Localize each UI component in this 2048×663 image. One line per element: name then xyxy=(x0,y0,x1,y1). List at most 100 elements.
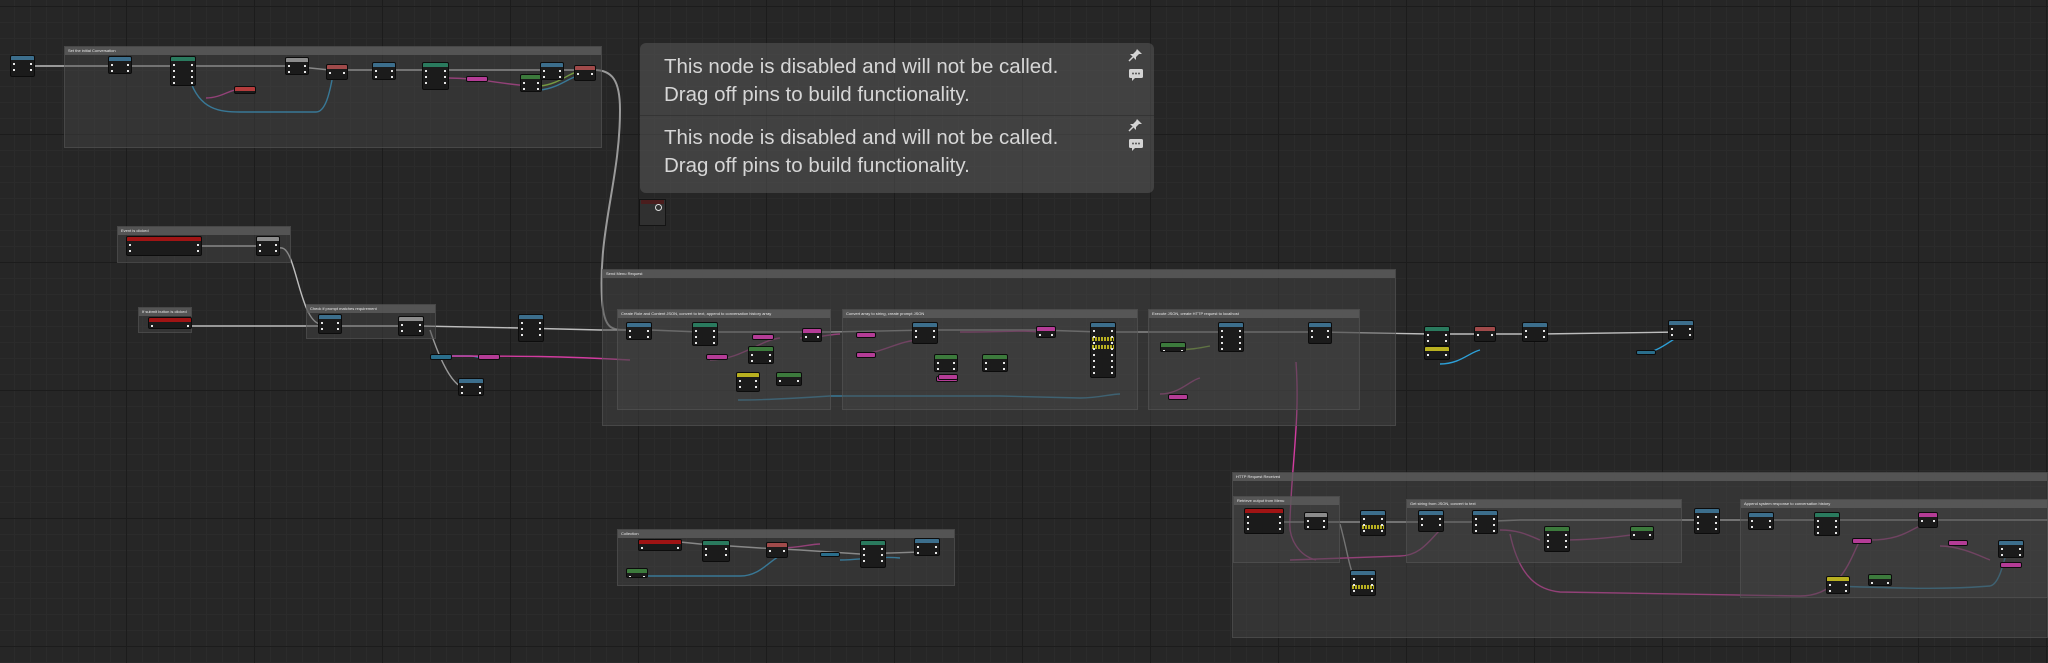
append-string-node[interactable] xyxy=(466,76,488,82)
output-pin[interactable] xyxy=(1445,334,1447,336)
math-node[interactable] xyxy=(934,354,958,372)
output-pin[interactable] xyxy=(1493,518,1495,520)
get-variable-node[interactable] xyxy=(1636,350,1656,355)
output-pin[interactable] xyxy=(1845,590,1847,592)
output-pin[interactable] xyxy=(1715,516,1717,518)
output-pin[interactable] xyxy=(559,70,561,72)
output-pin[interactable] xyxy=(2019,548,2021,550)
input-pin[interactable] xyxy=(1247,522,1249,524)
input-pin[interactable] xyxy=(1093,330,1095,332)
input-pin[interactable] xyxy=(1475,530,1477,532)
output-pin[interactable] xyxy=(1003,362,1005,364)
input-pin[interactable] xyxy=(695,342,697,344)
output-pin[interactable] xyxy=(559,76,561,78)
output-pin[interactable] xyxy=(191,82,193,84)
input-pin[interactable] xyxy=(173,76,175,78)
input-pin[interactable] xyxy=(1421,524,1423,526)
event-node[interactable] xyxy=(1244,508,1284,534)
input-pin[interactable] xyxy=(1671,328,1673,330)
string-literal-node[interactable] xyxy=(234,86,256,94)
math-node[interactable] xyxy=(520,74,542,92)
function-node[interactable] xyxy=(108,56,132,74)
input-pin[interactable] xyxy=(375,76,377,78)
output-pin[interactable] xyxy=(444,76,446,78)
function-node[interactable] xyxy=(1218,322,1244,352)
input-pin[interactable] xyxy=(1311,330,1313,332)
output-pin[interactable] xyxy=(1493,530,1495,532)
input-pin[interactable] xyxy=(173,70,175,72)
output-pin[interactable] xyxy=(1439,524,1441,526)
output-pin[interactable] xyxy=(1835,526,1837,528)
output-pin[interactable] xyxy=(725,548,727,550)
string-node[interactable] xyxy=(1948,540,1968,546)
output-pin[interactable] xyxy=(725,554,727,556)
output-pin[interactable] xyxy=(713,330,715,332)
output-pin[interactable] xyxy=(537,88,539,90)
json-node[interactable] xyxy=(1090,322,1116,378)
float-node[interactable] xyxy=(1826,576,1850,594)
input-pin[interactable] xyxy=(425,76,427,78)
input-pin[interactable] xyxy=(751,354,753,356)
output-pin[interactable] xyxy=(1445,354,1447,356)
input-pin[interactable] xyxy=(1247,516,1249,518)
input-pin[interactable] xyxy=(2001,548,2003,550)
pin-icon[interactable] xyxy=(1126,118,1146,132)
make-struct-node[interactable] xyxy=(1814,512,1840,536)
output-pin[interactable] xyxy=(1565,534,1567,536)
input-pin[interactable] xyxy=(705,554,707,556)
input-pin[interactable] xyxy=(543,70,545,72)
math-node[interactable] xyxy=(776,372,802,386)
json-node[interactable] xyxy=(1360,510,1386,536)
string-node[interactable] xyxy=(2000,562,2022,568)
function-node[interactable] xyxy=(1308,322,1332,344)
macro-node[interactable] xyxy=(1304,512,1328,530)
input-pin[interactable] xyxy=(863,548,865,550)
input-pin[interactable] xyxy=(1475,524,1477,526)
output-pin[interactable] xyxy=(337,322,339,324)
output-pin[interactable] xyxy=(933,330,935,332)
input-pin[interactable] xyxy=(695,330,697,332)
output-pin[interactable] xyxy=(1323,520,1325,522)
output-pin[interactable] xyxy=(1565,540,1567,542)
input-pin[interactable] xyxy=(521,322,523,324)
output-pin[interactable] xyxy=(30,63,32,65)
input-pin[interactable] xyxy=(1221,336,1223,338)
output-pin[interactable] xyxy=(1327,330,1329,332)
input-pin[interactable] xyxy=(1475,518,1477,520)
input-pin[interactable] xyxy=(288,71,290,73)
input-pin[interactable] xyxy=(1477,334,1479,336)
math-node[interactable] xyxy=(1160,342,1186,352)
input-pin[interactable] xyxy=(805,336,807,338)
comment-bubble-icon[interactable] xyxy=(1126,68,1146,82)
output-pin[interactable] xyxy=(1111,342,1113,344)
input-pin[interactable] xyxy=(917,546,919,548)
output-pin[interactable] xyxy=(1003,368,1005,370)
input-pin[interactable] xyxy=(13,63,15,65)
output-pin[interactable] xyxy=(30,69,32,71)
input-pin[interactable] xyxy=(173,64,175,66)
input-pin[interactable] xyxy=(1093,366,1095,368)
select-node[interactable] xyxy=(802,328,822,342)
input-pin[interactable] xyxy=(695,336,697,338)
output-pin[interactable] xyxy=(1111,360,1113,362)
input-pin[interactable] xyxy=(1525,336,1527,338)
output-pin[interactable] xyxy=(539,322,541,324)
output-pin[interactable] xyxy=(1491,334,1493,336)
string-node[interactable] xyxy=(1168,394,1188,400)
output-pin[interactable] xyxy=(191,64,193,66)
function-node[interactable] xyxy=(372,62,396,80)
output-pin[interactable] xyxy=(304,65,306,67)
string-node[interactable] xyxy=(478,354,500,360)
output-pin[interactable] xyxy=(797,380,799,382)
output-pin[interactable] xyxy=(197,250,199,252)
input-pin[interactable] xyxy=(321,322,323,324)
input-pin[interactable] xyxy=(1307,526,1309,528)
string-node[interactable] xyxy=(938,374,958,380)
input-pin[interactable] xyxy=(1697,516,1699,518)
function-node[interactable] xyxy=(1472,510,1498,534)
input-pin[interactable] xyxy=(375,70,377,72)
output-pin[interactable] xyxy=(713,336,715,338)
branch-node[interactable] xyxy=(1474,326,1496,342)
string-node[interactable] xyxy=(856,332,876,338)
output-pin[interactable] xyxy=(1111,372,1113,374)
